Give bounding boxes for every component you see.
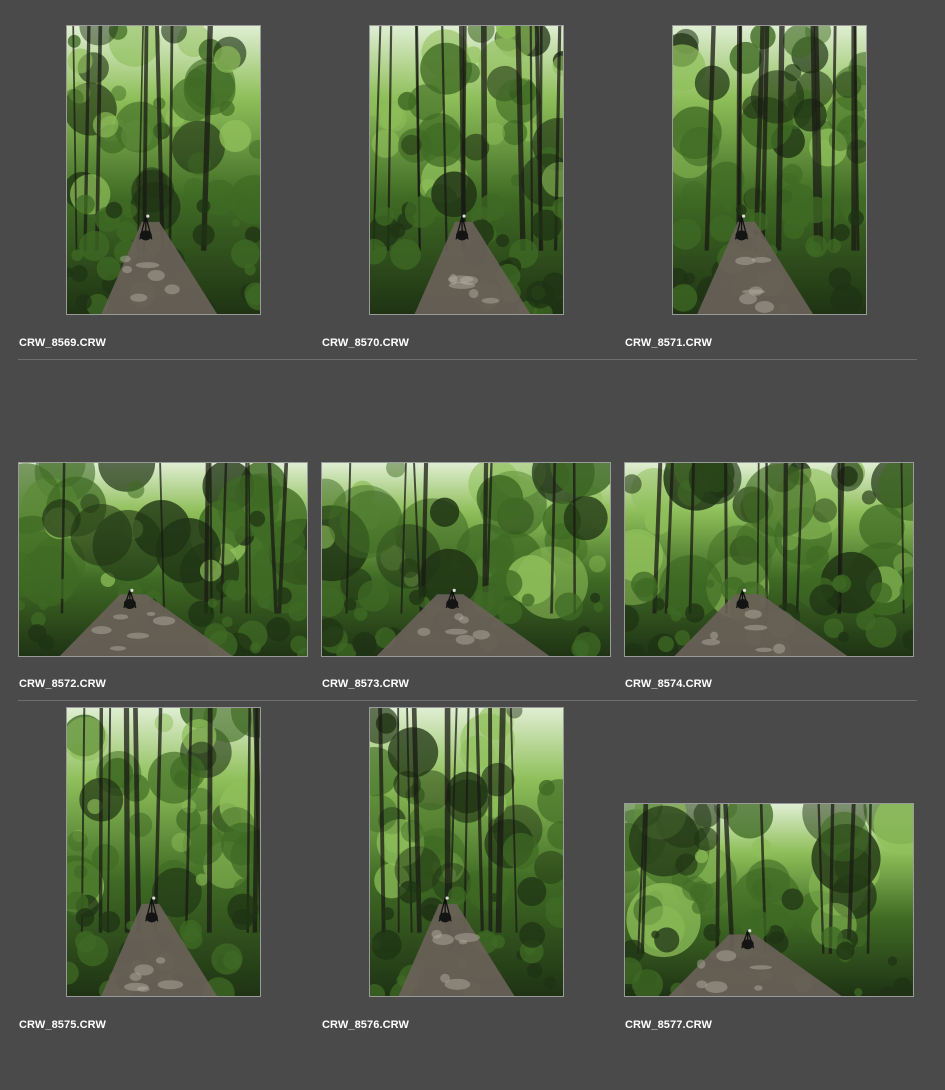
forest-photo-icon	[370, 708, 563, 996]
photo-thumbnail[interactable]	[18, 462, 308, 657]
photo-thumbnail[interactable]	[369, 707, 564, 997]
file-name-label: CRW_8572.CRW	[19, 678, 106, 690]
photo-thumbnail[interactable]	[624, 462, 914, 657]
forest-photo-icon	[625, 804, 913, 996]
photo-thumbnail[interactable]	[66, 25, 261, 315]
forest-photo-icon	[322, 463, 610, 656]
row-divider	[18, 359, 917, 360]
file-name-label: CRW_8577.CRW	[625, 1019, 712, 1031]
forest-photo-icon	[67, 26, 260, 314]
file-name-label: CRW_8575.CRW	[19, 1019, 106, 1031]
file-name-label: CRW_8569.CRW	[19, 337, 106, 349]
forest-photo-icon	[370, 26, 563, 314]
forest-photo-icon	[19, 463, 307, 656]
file-name-label: CRW_8573.CRW	[322, 678, 409, 690]
file-name-label: CRW_8576.CRW	[322, 1019, 409, 1031]
forest-photo-icon	[67, 708, 260, 996]
file-name-label: CRW_8571.CRW	[625, 337, 712, 349]
photo-thumbnail[interactable]	[321, 462, 611, 657]
photo-thumbnail[interactable]	[66, 707, 261, 997]
photo-thumbnail[interactable]	[672, 25, 867, 315]
photo-thumbnail[interactable]	[624, 803, 914, 997]
row-divider	[18, 700, 917, 701]
photo-thumbnail[interactable]	[369, 25, 564, 315]
file-name-label: CRW_8570.CRW	[322, 337, 409, 349]
forest-photo-icon	[673, 26, 866, 314]
forest-photo-icon	[625, 463, 913, 656]
file-name-label: CRW_8574.CRW	[625, 678, 712, 690]
